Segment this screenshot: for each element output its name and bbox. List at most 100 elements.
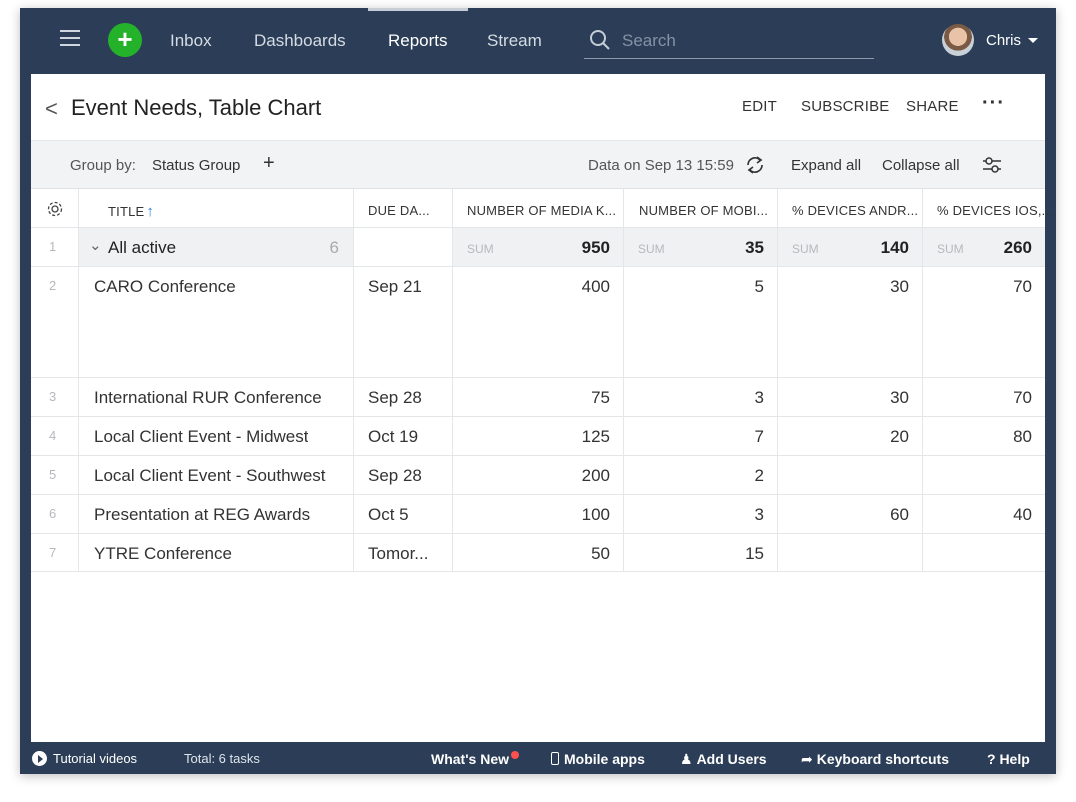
group-title-cell[interactable]: ⌄ All active 6 — [79, 228, 354, 266]
row-index-label: 6 — [49, 506, 57, 521]
subscribe-button[interactable]: SUBSCRIBE — [801, 98, 890, 115]
collapse-chevron-icon[interactable]: ⌄ — [89, 236, 102, 254]
cell-ios[interactable] — [923, 456, 1045, 494]
cell-android[interactable] — [778, 534, 923, 571]
cell-mobile[interactable]: 7 — [624, 417, 778, 455]
cell-title[interactable]: Local Client Event - Southwest — [79, 456, 354, 494]
add-grouping-button[interactable]: + — [263, 152, 275, 175]
expand-all-button[interactable]: Expand all — [791, 157, 861, 174]
table-settings-cell[interactable] — [31, 189, 79, 227]
hamburger-menu-icon[interactable] — [60, 30, 80, 46]
row-index: 4 — [31, 417, 79, 455]
cell-ios[interactable]: 70 — [923, 378, 1045, 416]
cell-mobile[interactable]: 3 — [624, 378, 778, 416]
cell-ios[interactable] — [923, 534, 1045, 571]
help-link[interactable]: ? Help — [987, 751, 1030, 767]
cell-due-date-text: Sep 28 — [368, 388, 422, 407]
cell-due-date[interactable]: Oct 5 — [354, 495, 453, 533]
group-title: All active — [108, 238, 177, 257]
cell-title[interactable]: CARO Conference — [79, 267, 354, 377]
add-users-link[interactable]: ♟ Add Users — [680, 751, 767, 768]
cell-media-kits[interactable]: 200 — [453, 456, 624, 494]
column-due-label: DUE DA... — [368, 203, 430, 218]
cell-due-date[interactable]: Tomor... — [354, 534, 453, 571]
report-panel: < Event Needs, Table Chart EDIT SUBSCRIB… — [31, 74, 1053, 742]
cell-mobile[interactable]: 5 — [624, 267, 778, 377]
edit-button[interactable]: EDIT — [742, 98, 777, 115]
cell-due-date[interactable]: Sep 28 — [354, 378, 453, 416]
table-row[interactable]: 3 International RUR Conference Sep 28 75 3 30… — [31, 378, 1045, 417]
nav-stream[interactable]: Stream — [487, 31, 542, 51]
nav-reports[interactable]: Reports — [388, 31, 448, 51]
cell-media-kits[interactable]: 75 — [453, 378, 624, 416]
keyboard-shortcuts-link[interactable]: ➦ Keyboard shortcuts — [801, 751, 949, 768]
whats-new-link[interactable]: What's New — [431, 751, 520, 767]
search-icon[interactable] — [588, 28, 612, 52]
search-box[interactable] — [584, 26, 874, 59]
play-icon — [32, 751, 47, 766]
cell-title[interactable]: Local Client Event - Midwest — [79, 417, 354, 455]
back-chevron-icon[interactable]: < — [45, 96, 58, 122]
create-new-button[interactable]: + — [108, 23, 142, 57]
cell-android[interactable]: 60 — [778, 495, 923, 533]
cell-media-kits[interactable]: 100 — [453, 495, 624, 533]
cell-mobile[interactable]: 3 — [624, 495, 778, 533]
nav-dashboards[interactable]: Dashboards — [254, 31, 346, 51]
share-button[interactable]: SHARE — [906, 98, 959, 115]
table-row[interactable]: 7 YTRE Conference Tomor... 50 15 — [31, 534, 1045, 572]
cell-media-kits[interactable]: 50 — [453, 534, 624, 571]
share-arrow-icon: ➦ — [801, 751, 813, 767]
sum-ios-cell: SUM 260 — [923, 228, 1045, 266]
group-due-cell — [354, 228, 453, 266]
column-header-ios[interactable]: % DEVICES IOS,... — [923, 189, 1053, 227]
column-header-due-date[interactable]: DUE DA... — [354, 189, 453, 227]
table-row[interactable]: 6 Presentation at REG Awards Oct 5 100 3 60 40 — [31, 495, 1045, 534]
cell-mobile[interactable]: 15 — [624, 534, 778, 571]
tutorial-videos-link[interactable]: Tutorial videos — [32, 751, 137, 766]
avatar[interactable] — [942, 24, 974, 56]
refresh-icon[interactable] — [744, 155, 766, 175]
cell-android[interactable] — [778, 456, 923, 494]
column-header-title[interactable]: TITLE ↑ — [79, 189, 354, 227]
cell-ios-text: 70 — [1013, 277, 1032, 296]
cell-title-text: Local Client Event - Midwest — [94, 427, 309, 446]
cell-ios[interactable]: 70 — [923, 267, 1045, 377]
cell-due-date[interactable]: Sep 21 — [354, 267, 453, 377]
cell-mobile[interactable]: 2 — [624, 456, 778, 494]
column-header-media-kits[interactable]: NUMBER OF MEDIA K... — [453, 189, 624, 227]
cell-ios[interactable]: 40 — [923, 495, 1045, 533]
table-row[interactable]: 4 Local Client Event - Midwest Oct 19 125 7 2… — [31, 417, 1045, 456]
shortcuts-label: Keyboard shortcuts — [816, 751, 949, 767]
user-menu-caret-icon[interactable] — [1028, 38, 1038, 43]
table-row[interactable]: 2 CARO Conference Sep 21 400 5 30 70 — [31, 267, 1045, 378]
whats-new-label: What's New — [431, 751, 510, 767]
cell-android[interactable]: 30 — [778, 267, 923, 377]
cell-media-kits[interactable]: 125 — [453, 417, 624, 455]
column-header-android[interactable]: % DEVICES ANDR... — [778, 189, 923, 227]
cell-title[interactable]: Presentation at REG Awards — [79, 495, 354, 533]
table-row[interactable]: 5 Local Client Event - Southwest Sep 28 200… — [31, 456, 1045, 495]
mobile-apps-link[interactable]: Mobile apps — [551, 751, 645, 767]
search-input[interactable] — [622, 29, 862, 53]
cell-android[interactable]: 30 — [778, 378, 923, 416]
cell-title[interactable]: YTRE Conference — [79, 534, 354, 571]
active-tab-indicator — [368, 8, 468, 11]
column-settings-icon[interactable] — [981, 155, 1003, 175]
nav-inbox[interactable]: Inbox — [170, 31, 212, 51]
column-header-mobile[interactable]: NUMBER OF MOBI... — [624, 189, 778, 227]
app-window: + Inbox Dashboards Reports Stream Chris … — [20, 8, 1056, 774]
cell-due-date[interactable]: Sep 28 — [354, 456, 453, 494]
cell-media-kits[interactable]: 400 — [453, 267, 624, 377]
row-index: 2 — [31, 267, 79, 377]
cell-ios[interactable]: 80 — [923, 417, 1045, 455]
sum-label: SUM — [467, 242, 494, 256]
cell-android[interactable]: 20 — [778, 417, 923, 455]
gear-icon[interactable] — [46, 200, 64, 218]
collapse-all-button[interactable]: Collapse all — [882, 157, 960, 174]
cell-due-date[interactable]: Oct 19 — [354, 417, 453, 455]
cell-title[interactable]: International RUR Conference — [79, 378, 354, 416]
more-options-icon[interactable]: ··· — [982, 92, 1005, 115]
user-name[interactable]: Chris — [986, 32, 1021, 49]
sort-ascending-icon[interactable]: ↑ — [146, 203, 154, 220]
group-by-value[interactable]: Status Group — [152, 157, 240, 174]
